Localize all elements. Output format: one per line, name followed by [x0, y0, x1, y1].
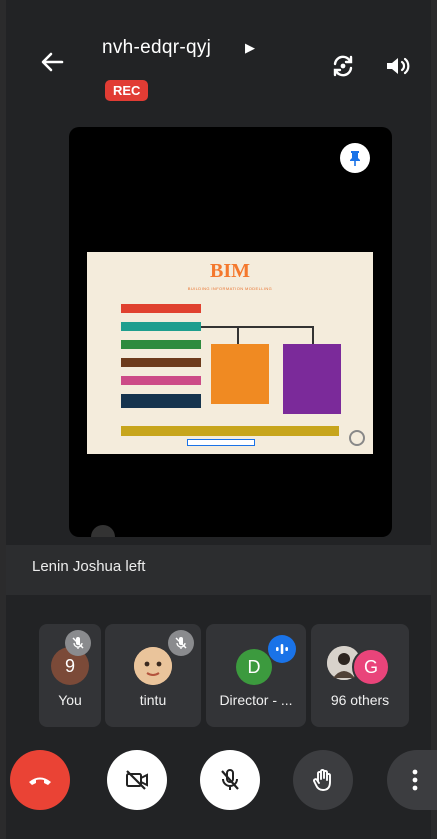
- phone-hangup-icon: [29, 777, 51, 785]
- speaking-indicator-icon: [268, 635, 296, 663]
- slide-connector: [201, 326, 313, 328]
- camera-off-icon: [126, 770, 148, 790]
- participant-card-tintu[interactable]: tintu: [105, 624, 201, 727]
- participant-name: tintu: [139, 692, 167, 708]
- avatar: D: [236, 649, 272, 685]
- meet-screen: nvh-edqr-qyj ▶ REC BIM BUILDING INFORMAT: [6, 0, 437, 839]
- slide-box: [121, 340, 201, 349]
- participant-card-you[interactable]: 9 You: [39, 624, 101, 727]
- mic-off-icon: [168, 630, 194, 656]
- recording-badge: REC: [105, 80, 149, 101]
- mic-off-icon: [221, 769, 239, 790]
- avatar-initial: D: [247, 656, 261, 677]
- mic-toggle-button[interactable]: [200, 750, 260, 810]
- avatar: G: [352, 648, 390, 686]
- presentation-tile[interactable]: BIM BUILDING INFORMATION MODELLING: [69, 127, 392, 537]
- slide-box: [121, 322, 201, 331]
- slide-connector: [237, 326, 239, 344]
- slide-box: [121, 376, 201, 385]
- slide-caption: [187, 439, 255, 446]
- participant-card-director[interactable]: D Director - ...: [206, 624, 306, 727]
- raise-hand-button[interactable]: [293, 750, 353, 810]
- caret-right-icon[interactable]: ▶: [245, 40, 255, 56]
- notification-bar: Lenin Joshua left: [6, 545, 431, 595]
- arrow-left-icon[interactable]: [36, 46, 68, 78]
- pin-icon[interactable]: [340, 143, 370, 173]
- shared-slide: BIM BUILDING INFORMATION MODELLING: [87, 252, 373, 454]
- participant-name: Director - ...: [219, 692, 293, 708]
- slide-box: [121, 394, 201, 408]
- slide-footer-bar: [121, 426, 339, 436]
- participant-name: You: [58, 692, 82, 708]
- slide-title: BIM: [210, 260, 250, 282]
- more-vertical-icon: [412, 769, 418, 791]
- mic-off-icon: [65, 630, 91, 656]
- slide-subtitle: BUILDING INFORMATION MODELLING: [187, 286, 273, 291]
- avatar-initial: 9: [64, 655, 75, 676]
- slide-panel-orange: [211, 344, 269, 404]
- hand-icon: [313, 769, 331, 791]
- more-options-button[interactable]: [387, 750, 437, 810]
- participant-card-others[interactable]: G 96 others: [311, 624, 409, 727]
- participant-name: 96 others: [330, 692, 390, 708]
- camera-toggle-button[interactable]: [107, 750, 167, 810]
- slide-connector: [312, 326, 314, 344]
- baby-avatar-icon: [134, 647, 172, 685]
- camera-switch-icon[interactable]: [329, 52, 357, 80]
- notification-text: Lenin Joshua left: [32, 558, 146, 575]
- speaker-icon[interactable]: [383, 52, 411, 80]
- avatar-initial: G: [363, 656, 378, 677]
- slide-box: [121, 304, 201, 313]
- end-call-button[interactable]: [10, 750, 70, 810]
- slide-logo: [349, 430, 365, 446]
- tile-indicator: [91, 525, 115, 537]
- meeting-code[interactable]: nvh-edqr-qyj: [102, 37, 211, 59]
- slide-box: [121, 358, 201, 367]
- slide-panel-purple: [283, 344, 341, 414]
